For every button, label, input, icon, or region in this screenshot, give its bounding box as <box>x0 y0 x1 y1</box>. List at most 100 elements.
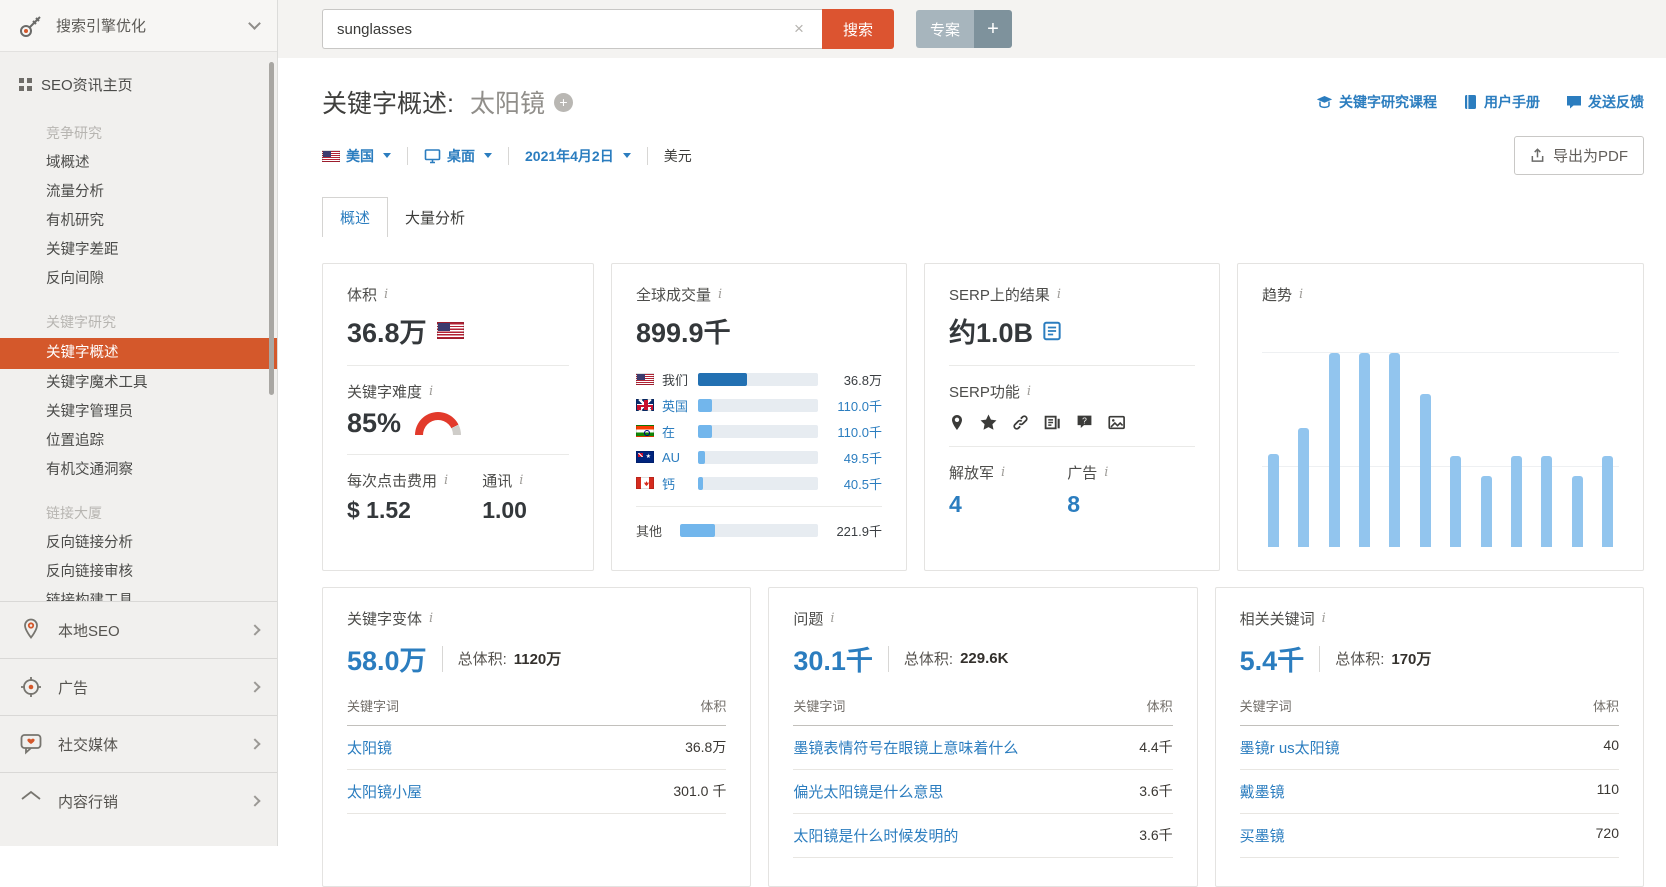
images-icon[interactable] <box>1108 414 1126 431</box>
sidebar-item-local-seo[interactable]: 本地SEO <box>0 601 277 658</box>
send-feedback-link[interactable]: 发送反馈 <box>1566 92 1644 112</box>
sidebar-item-content-marketing[interactable]: 内容行销 <box>0 772 277 829</box>
info-icon[interactable]: i <box>519 473 523 488</box>
date-selector[interactable]: 2021年4月2日 <box>525 146 631 166</box>
ads-label: 广告 <box>1067 465 1098 482</box>
chevron-down-icon <box>383 153 391 158</box>
sidebar-nav: SEO资讯主页 竞争研究 域概述 流量分析 有机研究 关键字差距 反向间隙 关键… <box>0 52 277 601</box>
info-icon[interactable]: i <box>1104 465 1108 480</box>
tab-overview[interactable]: 概述 <box>322 197 389 237</box>
trend-bar <box>1419 394 1431 547</box>
questions-count: 30.1千 <box>793 646 873 676</box>
sidebar-item-backlink-audit[interactable]: 反向链接审核 <box>0 558 277 587</box>
sidebar: 搜索引擎优化 SEO资讯主页 竞争研究 域概述 流量分析 有机研究 关键字差距 … <box>0 0 278 846</box>
difficulty-value: 85% <box>347 408 402 438</box>
chevron-down-icon <box>248 17 261 30</box>
geo-row-ca: 钙 40.5千 <box>636 470 882 496</box>
sidebar-item-seo-dashboard[interactable]: SEO资讯主页 <box>0 64 277 105</box>
country-selector[interactable]: 美国 <box>322 146 391 166</box>
trend-bar <box>1601 455 1613 547</box>
info-icon[interactable]: i <box>1322 611 1326 626</box>
local-pack-pin-icon[interactable] <box>949 414 965 431</box>
trend-label: 趋势 <box>1262 287 1293 304</box>
sidebar-item-traffic-analytics[interactable]: 流量分析 <box>0 178 277 207</box>
info-icon[interactable]: i <box>830 611 834 626</box>
serp-report-icon[interactable] <box>1042 321 1062 341</box>
pla-value: 4 <box>949 491 962 517</box>
export-pdf-button[interactable]: 导出为PDF <box>1513 136 1644 175</box>
keyword-link[interactable]: 偏光太阳镜是什么意思 <box>793 769 1117 814</box>
com-value: 1.00 <box>482 497 527 523</box>
sidebar-item-social-media[interactable]: 社交媒体 <box>0 715 277 772</box>
keyword-link[interactable]: 太阳镜小屋 <box>347 769 671 814</box>
canada-flag-icon <box>636 477 654 489</box>
difficulty-gauge <box>415 412 462 435</box>
info-icon[interactable]: i <box>718 287 722 302</box>
serp-results-label: SERP上的结果 <box>949 287 1050 304</box>
cpc-value: $ 1.52 <box>347 497 411 523</box>
add-keyword-icon[interactable]: + <box>553 92 573 112</box>
map-pin-icon <box>24 618 38 639</box>
project-button[interactable]: 专案 <box>916 10 974 48</box>
graduation-cap-icon <box>1316 95 1333 108</box>
search-button[interactable]: 搜索 <box>822 9 894 49</box>
sidebar-item-organic-research[interactable]: 有机研究 <box>0 207 277 236</box>
table-row: 买墨镜 720 <box>1239 813 1619 858</box>
keyword-link[interactable]: 买墨镜 <box>1239 813 1563 858</box>
keyword-link[interactable]: 墨镜r us太阳镜 <box>1239 725 1563 770</box>
keyword-link[interactable]: 太阳镜 <box>347 725 671 770</box>
table-row: 太阳镜 36.8万 <box>347 725 727 770</box>
sidebar-item-keyword-manager[interactable]: 关键字管理员 <box>0 398 277 427</box>
sidebar-item-advertising[interactable]: 广告 <box>0 658 277 715</box>
people-also-ask-icon[interactable]: ? <box>1076 414 1093 431</box>
sidebar-item-backlink-gap[interactable]: 反向间隙 <box>0 265 277 294</box>
sidebar-item-domain-overview[interactable]: 域概述 <box>0 149 277 178</box>
sidebar-item-keyword-gap[interactable]: 关键字差距 <box>0 236 277 265</box>
geo-row-au: AU 49.5千 <box>636 444 882 470</box>
search-input[interactable] <box>322 9 822 49</box>
sidebar-section-competitive-research: 竞争研究 <box>46 125 102 141</box>
info-icon[interactable]: i <box>1001 465 1005 480</box>
related-total: 170万 <box>1391 651 1432 668</box>
trend-bar <box>1359 353 1371 547</box>
australia-flag-icon <box>636 451 654 463</box>
info-icon[interactable]: i <box>1057 287 1061 302</box>
sidebar-section-keyword-research: 关键字研究 <box>46 314 116 330</box>
info-icon[interactable]: i <box>444 473 448 488</box>
trend-bar <box>1541 455 1553 547</box>
clear-search-icon[interactable]: × <box>790 19 808 39</box>
top-stories-icon[interactable] <box>1044 414 1061 431</box>
info-icon[interactable]: i <box>429 384 433 399</box>
info-icon[interactable]: i <box>1027 384 1031 399</box>
trend-bar <box>1328 353 1340 547</box>
sidebar-item-keyword-magic-tool[interactable]: 关键字魔术工具 <box>0 369 277 398</box>
sidebar-item-link-building-tool[interactable]: 链接构建工具 <box>0 587 277 601</box>
sidebar-item-position-tracking[interactable]: 位置追踪 <box>0 427 277 456</box>
user-manual-link[interactable]: 用户手册 <box>1463 92 1540 112</box>
info-icon[interactable]: i <box>384 287 388 302</box>
trend-bar <box>1450 455 1462 547</box>
info-icon[interactable]: i <box>1299 287 1303 302</box>
target-icon <box>21 677 41 697</box>
india-flag-icon <box>636 425 654 437</box>
sidebar-scrollbar[interactable] <box>269 62 274 395</box>
add-project-button[interactable]: + <box>974 10 1012 48</box>
reviews-star-icon[interactable] <box>980 414 997 431</box>
toolkit-switcher[interactable]: 搜索引擎优化 <box>0 0 277 52</box>
trend-card: 趋势 i <box>1237 263 1644 571</box>
keyword-link[interactable]: 墨镜表情符号在眼镜上意味着什么 <box>793 725 1117 770</box>
sidebar-item-organic-traffic-insights[interactable]: 有机交通洞察 <box>0 456 277 485</box>
sidebar-item-backlink-analytics[interactable]: 反向链接分析 <box>0 529 277 558</box>
divider <box>407 146 408 165</box>
tab-bar: 概述 大量分析 <box>322 197 1644 237</box>
device-selector[interactable]: 桌面 <box>424 146 492 166</box>
info-icon[interactable]: i <box>429 611 433 626</box>
keyword-link[interactable]: 戴墨镜 <box>1239 769 1563 814</box>
geo-row-us: 我们 36.8万 <box>636 366 882 392</box>
sidebar-item-keyword-overview[interactable]: 关键字概述 <box>0 338 277 369</box>
keyword-research-course-link[interactable]: 关键字研究课程 <box>1316 92 1437 112</box>
sitelinks-icon[interactable] <box>1012 414 1029 431</box>
tab-bulk-analysis[interactable]: 大量分析 <box>388 198 482 237</box>
keyword-link[interactable]: 太阳镜是什么时候发明的 <box>793 813 1117 858</box>
currency-label: 美元 <box>663 147 692 164</box>
